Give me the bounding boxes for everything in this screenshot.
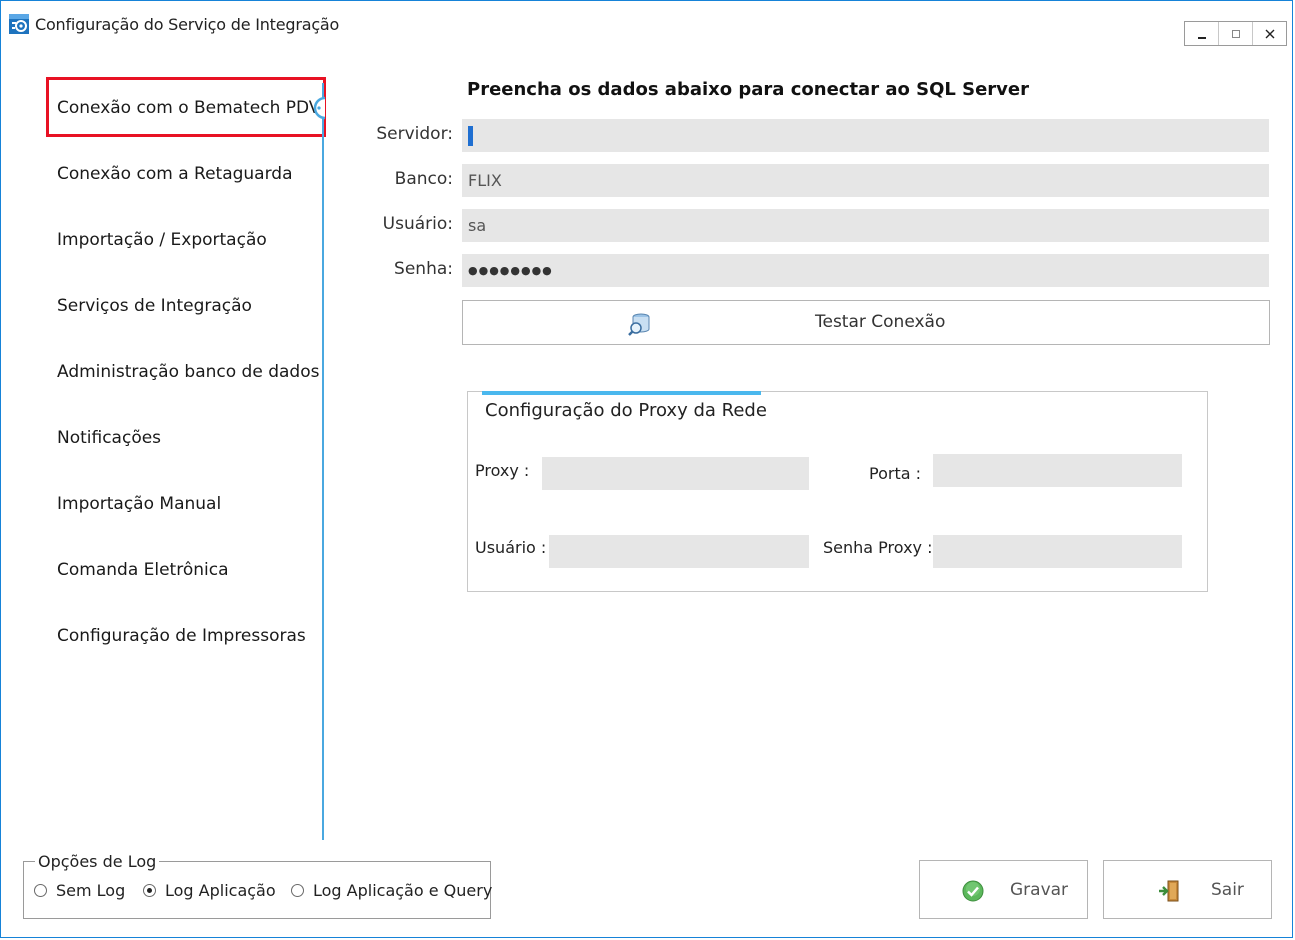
banco-input[interactable]: FLIX: [462, 164, 1269, 197]
proxy-usuario-label: Usuário :: [475, 538, 547, 557]
main-window: Configuração do Serviço de Integração Co…: [0, 0, 1293, 938]
close-icon: [1265, 29, 1274, 38]
servidor-label: Servidor:: [376, 124, 453, 144]
porta-label: Porta :: [869, 464, 921, 483]
radio-log-aplicacao-label: Log Aplicação: [165, 881, 276, 900]
title-bar: Configuração do Serviço de Integração: [1, 1, 1292, 49]
log-options-legend: Opções de Log: [35, 852, 160, 871]
proxy-label: Proxy :: [475, 461, 530, 480]
porta-input[interactable]: [933, 454, 1182, 487]
senha-label: Senha:: [394, 259, 453, 279]
usuario-input[interactable]: sa: [462, 209, 1269, 242]
check-circle-icon: [962, 880, 984, 902]
sidebar-item-notificacoes[interactable]: Notificações: [57, 428, 161, 448]
senha-input[interactable]: ●●●●●●●●: [462, 254, 1269, 287]
gravar-button[interactable]: Gravar: [919, 860, 1088, 919]
maximize-button[interactable]: [1219, 22, 1253, 45]
database-search-icon: [628, 313, 650, 336]
text-cursor: [468, 125, 473, 146]
radio-sem-log[interactable]: Sem Log: [34, 881, 125, 900]
sair-label: Sair: [1211, 880, 1244, 900]
testar-conexao-button[interactable]: Testar Conexão: [462, 300, 1270, 345]
proxy-group-title: Configuração do Proxy da Rede: [485, 400, 767, 421]
sidebar-item-administracao-banco[interactable]: Administração banco de dados: [57, 362, 319, 382]
sair-button[interactable]: Sair: [1103, 860, 1272, 919]
sidebar-item-importacao-exportacao[interactable]: Importação / Exportação: [57, 230, 267, 250]
radio-log-aplicacao-query-label: Log Aplicação e Query: [313, 881, 493, 900]
testar-conexao-label: Testar Conexão: [815, 312, 946, 332]
selection-arrow-icon: [313, 96, 326, 120]
servidor-input[interactable]: [462, 119, 1269, 152]
sidebar-item-conexao-retaguarda[interactable]: Conexão com a Retaguarda: [57, 164, 293, 184]
radio-sem-log-circle[interactable]: [34, 884, 47, 897]
sidebar-item-importacao-manual[interactable]: Importação Manual: [57, 494, 221, 514]
maximize-icon: [1231, 29, 1240, 38]
form-heading: Preencha os dados abaixo para conectar a…: [467, 79, 1029, 100]
sidebar-item-conexao-pdv[interactable]: Conexão com o Bematech PDV: [57, 98, 320, 118]
banco-value: FLIX: [468, 171, 502, 190]
banco-label: Banco:: [394, 169, 453, 189]
sidebar-item-comanda-eletronica[interactable]: Comanda Eletrônica: [57, 560, 229, 580]
window-title: Configuração do Serviço de Integração: [35, 15, 340, 34]
minimize-button[interactable]: [1185, 22, 1219, 45]
radio-sem-log-label: Sem Log: [56, 881, 126, 900]
radio-log-aplicacao-query[interactable]: Log Aplicação e Query: [291, 881, 492, 900]
app-settings-icon: [9, 14, 29, 34]
sidebar-item-configuracao-impressoras[interactable]: Configuração de Impressoras: [57, 626, 306, 646]
close-button[interactable]: [1253, 22, 1286, 45]
radio-log-aplicacao-circle[interactable]: [143, 884, 156, 897]
gravar-label: Gravar: [1010, 880, 1069, 900]
minimize-icon: [1197, 36, 1206, 39]
radio-log-aplicacao-query-circle[interactable]: [291, 884, 304, 897]
senha-proxy-label: Senha Proxy :: [823, 538, 933, 557]
usuario-label: Usuário:: [382, 214, 453, 234]
senha-proxy-input[interactable]: [933, 535, 1182, 568]
window-controls: [1184, 21, 1287, 46]
sidebar-item-servicos-integracao[interactable]: Serviços de Integração: [57, 296, 252, 316]
sidebar-divider: [322, 83, 324, 840]
proxy-usuario-input[interactable]: [549, 535, 809, 568]
senha-value: ●●●●●●●●: [468, 264, 553, 277]
proxy-group-accent: [482, 391, 761, 395]
radio-log-aplicacao[interactable]: Log Aplicação: [143, 881, 276, 900]
exit-door-icon: [1159, 880, 1179, 902]
proxy-input[interactable]: [542, 457, 809, 490]
usuario-value: sa: [468, 216, 487, 235]
